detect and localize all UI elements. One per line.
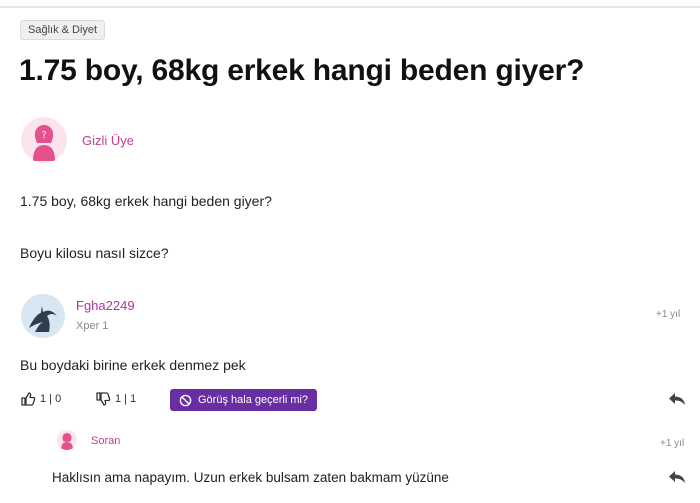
answer-author-level: Xper 1 [76, 320, 109, 332]
top-divider [0, 6, 700, 8]
question-body-line-2: Boyu kilosu nasıl sizce? [20, 245, 169, 261]
thumbs-down-icon [96, 392, 111, 406]
answer-time: +1 yıl [656, 309, 681, 320]
reply-arrow-icon[interactable] [668, 392, 686, 406]
opinion-button-label: Görüş hala geçerli mi? [198, 394, 309, 406]
prohibited-circle-icon [179, 394, 192, 406]
answer-author[interactable]: Fgha2249 [76, 298, 135, 313]
upvote-button[interactable]: 1 | 0 [20, 390, 61, 408]
svg-text:?: ? [41, 130, 46, 141]
downvote-button[interactable]: 1 | 1 [95, 390, 136, 408]
thumbs-up-icon [21, 392, 36, 406]
answer-text: Bu boydaki birine erkek denmez pek [20, 357, 246, 373]
female-silhouette-icon: ? [21, 117, 67, 163]
upvote-count: 1 | 0 [40, 393, 62, 405]
reply-time: +1 yıl [660, 438, 685, 449]
female-silhouette-icon [57, 430, 77, 450]
user-avatar-icon[interactable] [21, 294, 65, 338]
reply-text: Haklısın ama napayım. Uzun erkek bulsam … [52, 470, 449, 485]
reply-author[interactable]: Soran [91, 435, 120, 447]
question-title: 1.75 boy, 68kg erkek hangi beden giyer? [19, 54, 585, 87]
question-author[interactable]: Gizli Üye [82, 133, 134, 148]
question-body-line-1: 1.75 boy, 68kg erkek hangi beden giyer? [20, 193, 272, 209]
category-tag[interactable]: Sağlık & Diyet [20, 20, 106, 40]
reply-arrow-icon[interactable] [668, 470, 686, 484]
opinion-still-valid-button[interactable]: Görüş hala geçerli mi? [170, 389, 318, 411]
downvote-count: 1 | 1 [115, 393, 137, 405]
